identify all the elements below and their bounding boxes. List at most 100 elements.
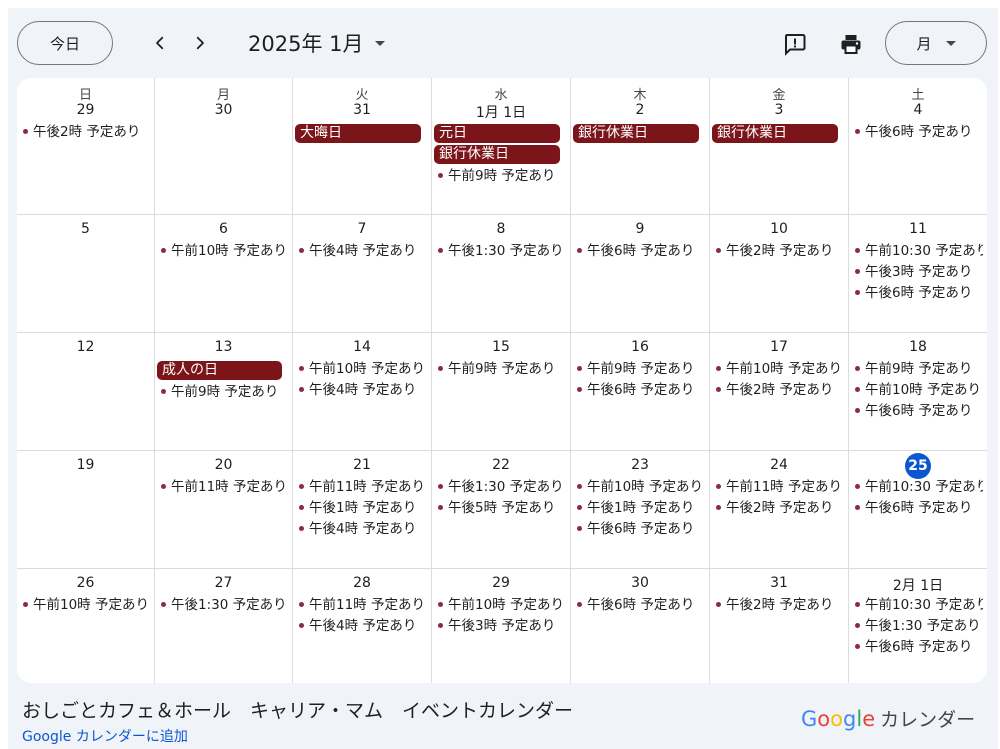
day-number[interactable]: 15	[432, 339, 570, 355]
day-number[interactable]: 29	[17, 102, 154, 118]
timed-event[interactable]: 午後6時 予定あり	[855, 498, 983, 518]
timed-event[interactable]: 午後2時 予定あり	[716, 380, 844, 400]
day-cell[interactable]: 月 30	[155, 78, 293, 215]
timed-event[interactable]: 午後6時 予定あり	[577, 595, 705, 615]
timed-event[interactable]: 午後6時 予定あり	[855, 401, 983, 421]
day-cell[interactable]: 9 午後6時 予定あり	[571, 215, 710, 333]
timed-event[interactable]: 午後6時 予定あり	[577, 519, 705, 539]
day-number[interactable]: 20	[155, 457, 292, 473]
day-number[interactable]: 18	[849, 339, 987, 355]
timed-event[interactable]: 午前9時 予定あり	[438, 166, 566, 186]
day-number[interactable]: 30	[571, 575, 709, 591]
timed-event[interactable]: 午前9時 予定あり	[161, 382, 288, 402]
day-number[interactable]: 6	[155, 221, 292, 237]
today-button[interactable]: 今日	[17, 21, 113, 65]
feedback-button[interactable]	[779, 28, 811, 60]
day-cell[interactable]: 30 午後6時 予定あり	[571, 569, 710, 683]
timed-event[interactable]: 午前10時 予定あり	[577, 477, 705, 497]
day-cell[interactable]: 23 午前10時 予定あり 午後1時 予定あり 午後6時 予定あり	[571, 451, 710, 569]
timed-event[interactable]: 午前10時 予定あり	[855, 380, 983, 400]
day-cell[interactable]: 2月 1日 午前10:30 予定あり 午後1:30 予定あり 午後6時 予定あり	[849, 569, 987, 683]
day-cell[interactable]: 22 午後1:30 予定あり 午後5時 予定あり	[432, 451, 571, 569]
day-number[interactable]: 8	[432, 221, 570, 237]
day-number[interactable]: 12	[17, 339, 154, 355]
timed-event[interactable]: 午前10:30 予定あり	[855, 241, 983, 261]
timed-event[interactable]: 午前9時 予定あり	[577, 359, 705, 379]
day-cell[interactable]: 19	[17, 451, 155, 569]
prev-month-button[interactable]	[145, 28, 175, 58]
day-number[interactable]: 19	[17, 457, 154, 473]
print-button[interactable]	[835, 28, 867, 60]
timed-event[interactable]: 午後6時 予定あり	[855, 122, 983, 142]
allday-event-chip[interactable]: 銀行休業日	[712, 124, 838, 143]
day-number[interactable]: 22	[432, 457, 570, 473]
timed-event[interactable]: 午前10時 予定あり	[299, 359, 427, 379]
timed-event[interactable]: 午前10時 予定あり	[438, 595, 566, 615]
timed-event[interactable]: 午後1時 予定あり	[577, 498, 705, 518]
day-number[interactable]: 4	[849, 102, 987, 118]
day-cell[interactable]: 日 29 午後2時 予定あり	[17, 78, 155, 215]
view-select-button[interactable]: 月	[885, 21, 987, 65]
day-number[interactable]: 29	[432, 575, 570, 591]
day-cell[interactable]: 土 4 午後6時 予定あり	[849, 78, 987, 215]
day-cell[interactable]: 18 午前9時 予定あり 午前10時 予定あり 午後6時 予定あり	[849, 333, 987, 451]
timed-event[interactable]: 午前10時 予定あり	[23, 595, 150, 615]
day-number[interactable]: 27	[155, 575, 292, 591]
day-number[interactable]: 2	[571, 102, 709, 118]
allday-event-chip[interactable]: 成人の日	[157, 361, 282, 380]
day-cell[interactable]: 13 成人の日午前9時 予定あり	[155, 333, 293, 451]
day-number[interactable]: 24	[710, 457, 848, 473]
day-cell[interactable]: 17 午前10時 予定あり 午後2時 予定あり	[710, 333, 849, 451]
timed-event[interactable]: 午前9時 予定あり	[438, 359, 566, 379]
timed-event[interactable]: 午前11時 予定あり	[299, 595, 427, 615]
timed-event[interactable]: 午後1:30 予定あり	[161, 595, 288, 615]
day-number[interactable]: 21	[293, 457, 431, 473]
day-number[interactable]: 30	[155, 102, 292, 118]
day-number[interactable]: 1月 1日	[432, 102, 570, 122]
day-cell[interactable]: 26 午前10時 予定あり	[17, 569, 155, 683]
day-number[interactable]: 9	[571, 221, 709, 237]
timed-event[interactable]: 午前10時 予定あり	[716, 359, 844, 379]
timed-event[interactable]: 午後4時 予定あり	[299, 380, 427, 400]
day-number[interactable]: 23	[571, 457, 709, 473]
day-cell[interactable]: 10 午後2時 予定あり	[710, 215, 849, 333]
day-cell[interactable]: 24 午前11時 予定あり 午後2時 予定あり	[710, 451, 849, 569]
day-cell[interactable]: 21 午前11時 予定あり 午後1時 予定あり 午後4時 予定あり	[293, 451, 432, 569]
day-cell[interactable]: 11 午前10:30 予定あり 午後3時 予定あり 午後6時 予定あり	[849, 215, 987, 333]
timed-event[interactable]: 午前11時 予定あり	[299, 477, 427, 497]
google-calendar-logo[interactable]: G o o g l e カレンダー	[801, 705, 975, 732]
day-cell[interactable]: 金 3 銀行休業日	[710, 78, 849, 215]
day-cell[interactable]: 8 午後1:30 予定あり	[432, 215, 571, 333]
day-cell[interactable]: 12	[17, 333, 155, 451]
day-cell[interactable]: 31 午後2時 予定あり	[710, 569, 849, 683]
day-number[interactable]: 26	[17, 575, 154, 591]
day-cell[interactable]: 20 午前11時 予定あり	[155, 451, 293, 569]
month-range-dropdown[interactable]: 2025年 1月	[248, 28, 386, 58]
timed-event[interactable]: 午前10時 予定あり	[161, 241, 288, 261]
day-number[interactable]: 10	[710, 221, 848, 237]
timed-event[interactable]: 午後5時 予定あり	[438, 498, 566, 518]
timed-event[interactable]: 午後4時 予定あり	[299, 519, 427, 539]
timed-event[interactable]: 午後1:30 予定あり	[438, 241, 566, 261]
timed-event[interactable]: 午後3時 予定あり	[438, 616, 566, 636]
timed-event[interactable]: 午後4時 予定あり	[299, 616, 427, 636]
next-month-button[interactable]	[185, 28, 215, 58]
allday-event-chip[interactable]: 銀行休業日	[434, 145, 560, 164]
day-number[interactable]: 16	[571, 339, 709, 355]
day-number[interactable]: 13	[155, 339, 292, 355]
day-number[interactable]: 5	[17, 221, 154, 237]
timed-event[interactable]: 午後6時 予定あり	[855, 637, 983, 657]
day-number[interactable]: 28	[293, 575, 431, 591]
day-cell[interactable]: 6 午前10時 予定あり	[155, 215, 293, 333]
timed-event[interactable]: 午後2時 予定あり	[716, 498, 844, 518]
timed-event[interactable]: 午後4時 予定あり	[299, 241, 427, 261]
day-cell[interactable]: 25 午前10:30 予定あり 午後6時 予定あり	[849, 451, 987, 569]
day-cell[interactable]: 15 午前9時 予定あり	[432, 333, 571, 451]
day-number[interactable]: 2月 1日	[849, 575, 987, 595]
timed-event[interactable]: 午前10:30 予定あり	[855, 595, 983, 615]
timed-event[interactable]: 午後2時 予定あり	[716, 241, 844, 261]
day-cell[interactable]: 火 31 大晦日	[293, 78, 432, 215]
day-number[interactable]: 31	[710, 575, 848, 591]
day-cell[interactable]: 28 午前11時 予定あり 午後4時 予定あり	[293, 569, 432, 683]
day-cell[interactable]: 29 午前10時 予定あり 午後3時 予定あり	[432, 569, 571, 683]
